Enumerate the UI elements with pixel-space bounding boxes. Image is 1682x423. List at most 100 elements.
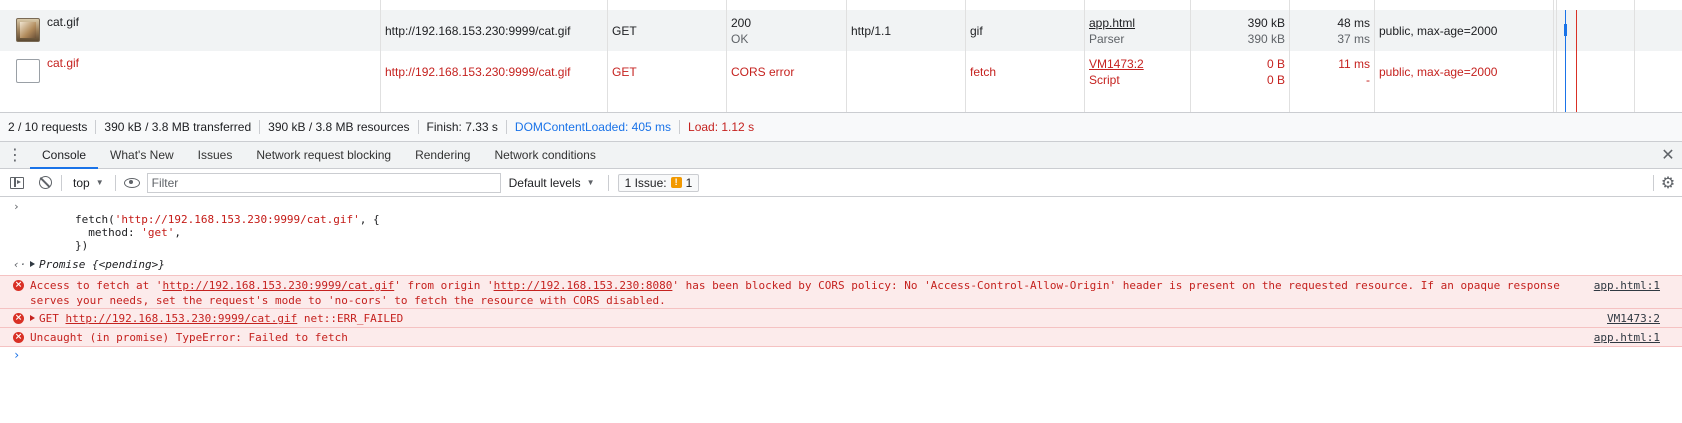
size-resource: 0 B	[1266, 72, 1285, 87]
error-icon: ×	[13, 280, 24, 291]
column-divider	[380, 0, 381, 112]
requests-count: 2 / 10 requests	[8, 120, 97, 134]
error-source-link[interactable]: app.html:1	[1594, 278, 1660, 293]
error-text: Access to fetch at 'http://192.168.153.2…	[30, 279, 1567, 307]
toolbar-separator	[1653, 175, 1654, 191]
column-divider	[1553, 0, 1554, 112]
initiator-link[interactable]: app.html	[1089, 15, 1189, 31]
console-result[interactable]: ‹· Promise {<pending>}	[0, 255, 1682, 276]
column-divider	[965, 0, 966, 112]
network-request-table: cat.gif http://192.168.153.230:9999/cat.…	[0, 0, 1682, 112]
issues-label: 1 Issue:	[624, 175, 667, 190]
load-time: Load: 1.12 s	[688, 120, 755, 134]
tab-whats-new[interactable]: What's New	[98, 142, 186, 168]
error-text: GET http://192.168.153.230:9999/cat.gif …	[30, 311, 1674, 326]
finish-time: Finish: 7.33 s	[419, 120, 507, 134]
time-total: 11 ms	[1338, 56, 1370, 71]
column-divider	[1084, 0, 1085, 112]
console-filter-input[interactable]	[146, 172, 501, 193]
column-divider	[1374, 0, 1375, 112]
status-code: 200	[731, 15, 752, 30]
show-sidebar-button[interactable]	[6, 173, 28, 193]
live-expression-button[interactable]	[121, 173, 143, 193]
request-status: CORS error	[731, 64, 795, 79]
result-arrow-icon: ‹·	[13, 258, 27, 271]
console-prompt[interactable]: ›	[0, 347, 1682, 367]
toolbar-separator	[114, 174, 116, 191]
request-cache-control: public, max-age=2000	[1379, 23, 1498, 38]
request-name[interactable]: cat.gif	[47, 10, 347, 34]
chevron-down-icon: ▼	[95, 178, 104, 187]
initiator-type: Script	[1089, 72, 1120, 87]
initiator-type: Parser	[1089, 31, 1125, 46]
input-prompt-chevron-icon: ›	[13, 200, 20, 213]
request-type: gif	[970, 23, 983, 38]
log-levels-dropdown[interactable]: Default levels ▼	[501, 176, 603, 190]
request-initiator: app.html Parser	[1089, 10, 1189, 51]
waterfall-bar	[1564, 24, 1567, 36]
error-text: Uncaught (in promise) TypeError: Failed …	[30, 331, 348, 344]
context-label: top	[73, 175, 90, 190]
request-size: 390 kB 390 kB	[1195, 10, 1285, 51]
error-icon: ×	[13, 313, 24, 324]
log-levels-label: Default levels	[508, 175, 581, 190]
prompt-chevron-icon: ›	[13, 348, 21, 362]
toolbar-separator	[61, 174, 62, 191]
request-method: GET	[612, 23, 637, 38]
clear-console-button[interactable]	[34, 173, 56, 193]
size-transferred: 0 B	[1266, 56, 1285, 71]
clear-console-icon	[38, 176, 52, 189]
time-latency: 37 ms	[1337, 31, 1370, 46]
request-size: 0 B 0 B	[1195, 51, 1285, 92]
request-time: 48 ms 37 ms	[1300, 10, 1370, 51]
drawer-tab-strip: ⋮ Console What's New Issues Network requ…	[0, 142, 1682, 169]
error-url-link[interactable]: http://192.168.153.230:9999/cat.gif	[66, 312, 298, 325]
transferred-size: 390 kB / 3.8 MB transferred	[96, 120, 261, 134]
origin-url-link[interactable]: http://192.168.153.230:8080	[494, 279, 673, 292]
issues-counter-button[interactable]: 1 Issue: ! 1	[617, 173, 700, 192]
console-toolbar: top ▼ Default levels ▼ 1 Issue: ! 1 ⚙	[0, 169, 1682, 197]
console-error-get[interactable]: × GET http://192.168.153.230:9999/cat.gi…	[0, 308, 1682, 328]
network-summary-bar: 2 / 10 requests 390 kB / 3.8 MB transfer…	[0, 112, 1682, 142]
console-settings-gear-icon[interactable]: ⚙	[1658, 173, 1678, 193]
request-type: fetch	[970, 64, 997, 79]
status-text: OK	[731, 31, 749, 46]
tab-rendering[interactable]: Rendering	[403, 142, 482, 168]
table-row[interactable]: cat.gif http://192.168.153.230:9999/cat.…	[0, 51, 1682, 92]
request-protocol: http/1.1	[851, 23, 892, 38]
error-source-link[interactable]: VM1473:2	[1607, 311, 1660, 326]
execution-context-selector[interactable]: top ▼	[67, 176, 110, 190]
column-divider	[1634, 0, 1635, 112]
close-drawer-icon[interactable]: ✕	[1658, 145, 1678, 165]
request-initiator: VM1473:2 Script	[1089, 51, 1189, 92]
issues-count: 1	[685, 175, 693, 190]
code-line: fetch('http://192.168.153.230:9999/cat.g…	[75, 213, 380, 226]
request-time: 11 ms -	[1300, 51, 1370, 92]
request-url: http://192.168.153.230:9999/cat.gif	[385, 23, 571, 38]
toolbar-separator	[607, 174, 609, 191]
column-divider	[846, 0, 847, 112]
console-messages: › fetch('http://192.168.153.230:9999/cat…	[0, 197, 1682, 423]
drawer-menu-kebab-icon[interactable]: ⋮	[0, 142, 30, 168]
promise-result: Promise {<pending>}	[39, 258, 165, 271]
tab-network-conditions[interactable]: Network conditions	[482, 142, 607, 168]
table-row[interactable]: cat.gif http://192.168.153.230:9999/cat.…	[0, 10, 1682, 51]
eye-icon	[123, 177, 140, 188]
request-cache-control: public, max-age=2000	[1379, 64, 1498, 79]
console-error-cors: × Access to fetch at 'http://192.168.153…	[0, 275, 1682, 309]
expand-triangle-icon[interactable]	[30, 315, 35, 321]
tab-console[interactable]: Console	[30, 142, 99, 169]
dom-content-loaded-time: DOMContentLoaded: 405 ms	[507, 120, 681, 134]
code-line: method: 'get',	[75, 226, 181, 239]
resources-size: 390 kB / 3.8 MB resources	[260, 120, 419, 134]
error-url-link[interactable]: http://192.168.153.230:9999/cat.gif	[162, 279, 394, 292]
request-status: 200 OK	[731, 10, 841, 51]
error-source-link[interactable]: app.html:1	[1594, 330, 1660, 345]
expand-triangle-icon[interactable]	[30, 261, 35, 267]
tab-issues[interactable]: Issues	[186, 142, 245, 168]
console-error-uncaught: × Uncaught (in promise) TypeError: Faile…	[0, 327, 1682, 347]
tab-network-request-blocking[interactable]: Network request blocking	[244, 142, 403, 168]
column-divider	[1556, 0, 1557, 112]
request-name[interactable]: cat.gif	[47, 51, 347, 75]
initiator-link[interactable]: VM1473:2	[1089, 56, 1189, 72]
